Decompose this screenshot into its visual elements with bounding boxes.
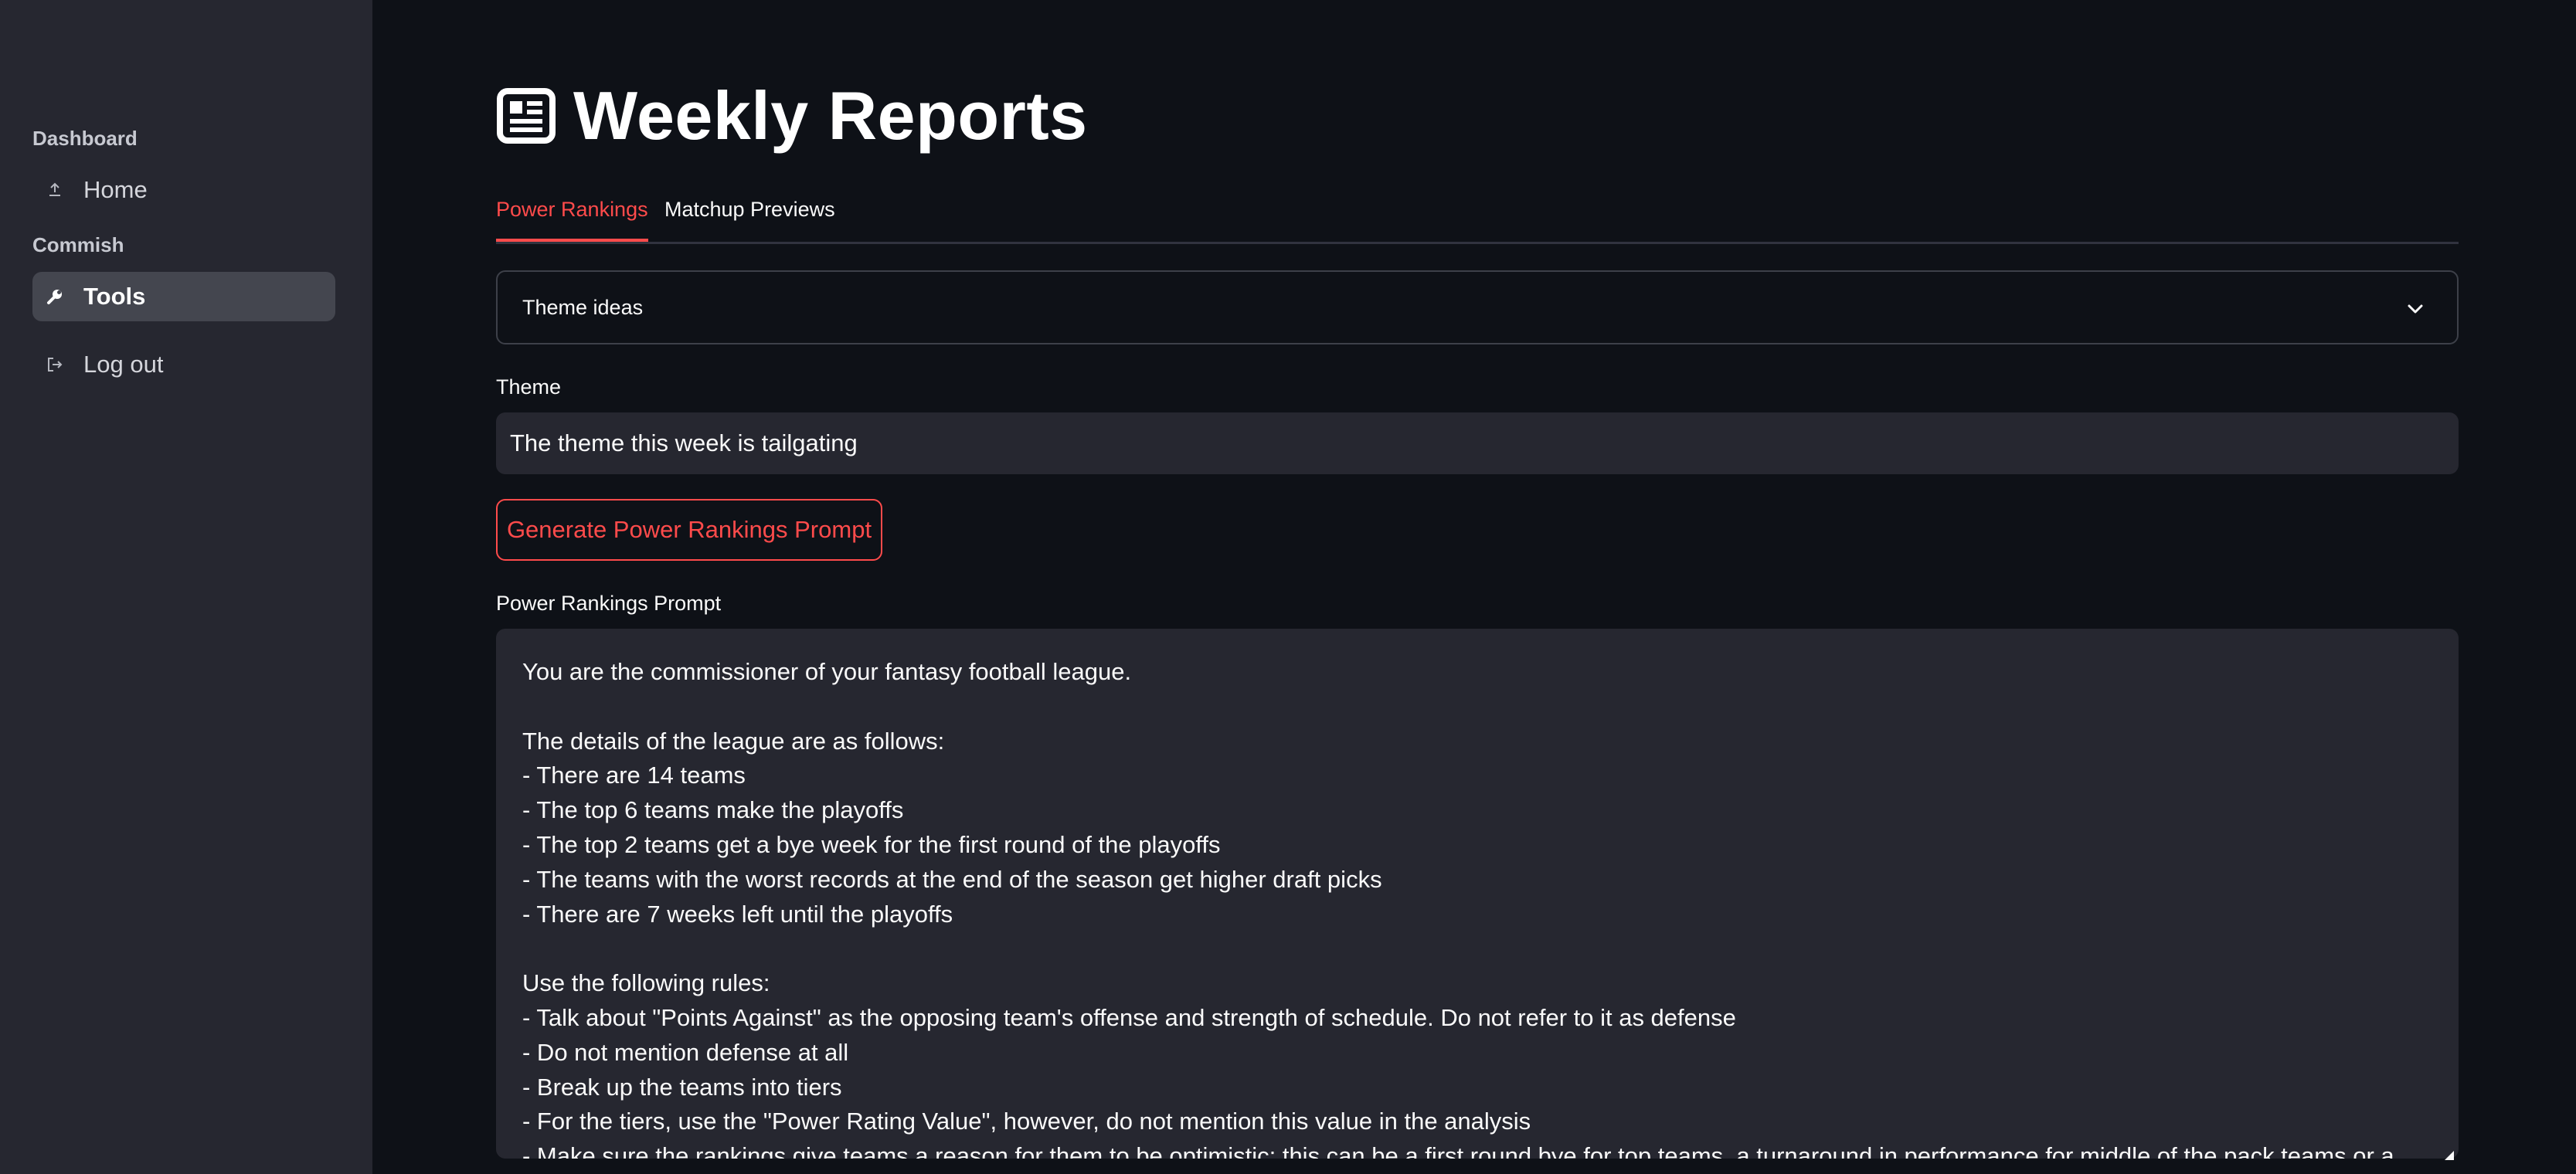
tab-power-rankings[interactable]: Power Rankings [496,198,648,242]
theme-ideas-expander[interactable]: Theme ideas [496,270,2459,344]
resize-handle-icon[interactable] [2443,1149,2454,1160]
sidebar-item-tools[interactable]: Tools [32,272,335,321]
power-rankings-prompt-textarea[interactable]: You are the commissioner of your fantasy… [496,629,2459,1159]
main-content: Weekly Reports Power Rankings Matchup Pr… [372,0,2576,1174]
logout-button[interactable]: Log out [32,340,335,389]
sidebar-section-dashboard: Dashboard [32,127,138,150]
sidebar-section-commish: Commish [32,233,124,256]
tab-matchup-previews[interactable]: Matchup Previews [664,198,835,242]
sidebar-item-home[interactable]: Home [32,165,335,215]
logout-icon [45,355,65,375]
theme-label: Theme [496,375,562,399]
app-window: Dashboard Home Commish Tools Log out Wee… [0,0,2576,1174]
sidebar-item-label: Tools [83,283,146,310]
generate-prompt-button[interactable]: Generate Power Rankings Prompt [496,499,882,561]
theme-input[interactable]: The theme this week is tailgating [496,412,2459,474]
prompt-label: Power Rankings Prompt [496,592,722,615]
expander-label: Theme ideas [522,295,644,319]
tab-bar: Power Rankings Matchup Previews [496,193,2459,244]
sidebar: Dashboard Home Commish Tools Log out [0,0,372,1174]
chevron-down-icon [2408,304,2423,314]
newspaper-icon [497,88,556,144]
sidebar-item-label: Home [83,176,148,203]
page-title: Weekly Reports [496,70,1088,162]
upload-icon [45,180,65,200]
page-title-text: Weekly Reports [573,77,1088,154]
logout-label: Log out [83,351,164,378]
wrench-icon [45,287,65,307]
